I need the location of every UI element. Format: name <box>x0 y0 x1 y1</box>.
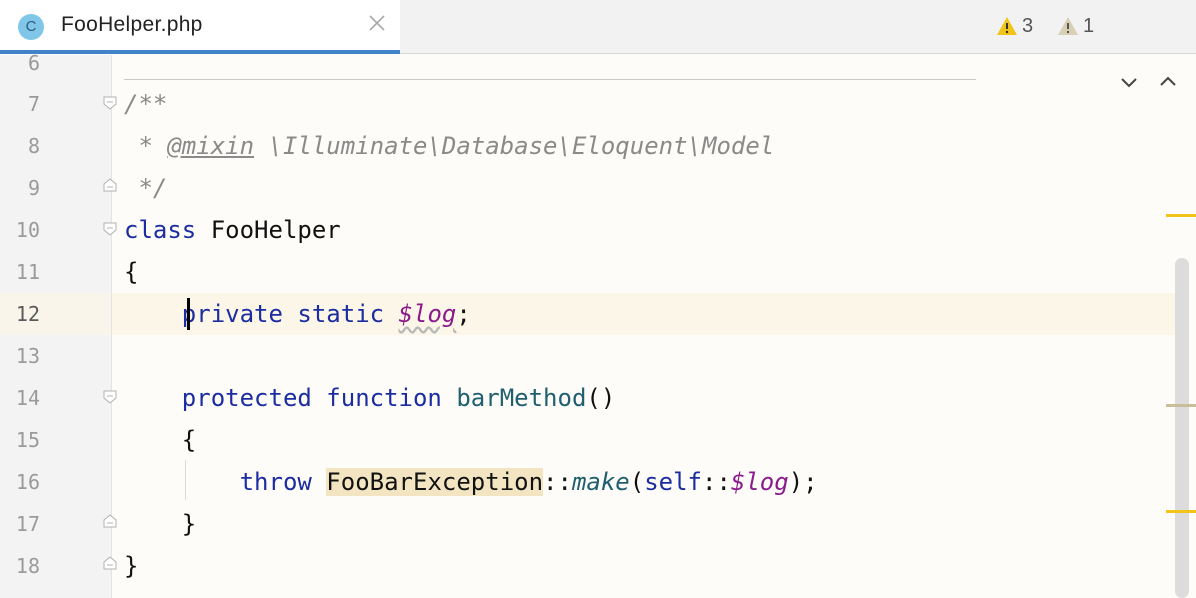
vertical-scrollbar[interactable] <box>1175 258 1189 598</box>
code-line-15: { <box>124 419 196 461</box>
line-number: 10 <box>15 218 40 242</box>
chevron-up-icon[interactable] <box>1156 70 1180 94</box>
line-number: 7 <box>27 92 40 116</box>
brace: { <box>124 426 197 454</box>
scope-operator: :: <box>543 468 572 496</box>
keyword: throw <box>239 468 312 496</box>
doc-tag: @mixin <box>167 132 255 160</box>
line-number: 15 <box>15 428 40 452</box>
doc-comment: /** <box>124 90 168 118</box>
weak-warning-icon <box>1058 17 1078 35</box>
chevron-down-icon[interactable] <box>1117 70 1141 94</box>
warning-stripe-mark[interactable] <box>1166 510 1196 513</box>
doc-comment: */ <box>124 174 168 202</box>
line-number: 11 <box>15 260 40 284</box>
paren: ); <box>788 468 818 496</box>
property-variable: $log <box>398 300 457 328</box>
separator-line <box>124 79 976 80</box>
line-number: 13 <box>15 344 40 368</box>
static-method: make <box>571 468 630 496</box>
parens: () <box>586 384 616 412</box>
line-number: 9 <box>27 176 40 200</box>
code-line-10: class FooHelper <box>124 209 341 251</box>
code-line-16: throw FooBarException::make(self::$log); <box>124 461 818 503</box>
tab-title: FooHelper.php <box>61 13 203 36</box>
code-line-8: * @mixin \Illuminate\Database\Eloquent\M… <box>124 125 774 167</box>
brace: { <box>124 258 139 286</box>
brace: } <box>124 552 139 580</box>
warnings-count: 3 <box>1022 14 1034 37</box>
keyword: private static <box>181 300 385 328</box>
weak-warnings-indicator[interactable]: 1 <box>1057 12 1094 40</box>
class-reference[interactable]: FooBarException <box>326 468 544 496</box>
keyword: class <box>124 216 197 244</box>
code-line-18: } <box>124 545 138 587</box>
code-line-7: /** <box>124 83 167 125</box>
php-class-icon: C <box>18 14 44 40</box>
weak-warnings-count: 1 <box>1083 14 1095 37</box>
line-number: 6 <box>27 51 40 75</box>
semicolon: ; <box>456 300 471 328</box>
code-line-9: */ <box>124 167 167 209</box>
property-variable: $log <box>730 468 789 496</box>
code-editor[interactable]: /** * @mixin \Illuminate\Database\Eloque… <box>112 55 1196 598</box>
doc-comment: * <box>124 132 168 160</box>
line-number: 17 <box>15 512 40 536</box>
line-number: 8 <box>27 134 40 158</box>
close-icon[interactable] <box>366 12 388 34</box>
line-number: 16 <box>15 470 40 494</box>
brace: } <box>124 510 197 538</box>
tab-foohelper[interactable]: C FooHelper.php <box>0 0 400 54</box>
warnings-indicator[interactable]: 3 <box>996 12 1033 40</box>
keyword: protected function <box>181 384 442 412</box>
warning-icon <box>997 17 1017 35</box>
doc-comment: \Illuminate\Database\Eloquent\Model <box>254 132 775 160</box>
method-name: barMethod <box>456 384 587 412</box>
code-line-14: protected function barMethod() <box>124 377 616 419</box>
paren: ( <box>629 468 645 496</box>
indent-guide <box>185 460 186 500</box>
text-caret <box>187 298 190 330</box>
line-number: 14 <box>15 386 40 410</box>
class-name: FooHelper <box>196 216 341 244</box>
code-line-11: { <box>124 251 138 293</box>
warning-stripe-mark[interactable] <box>1166 214 1196 217</box>
code-line-17: } <box>124 503 196 545</box>
scope-operator: :: <box>702 468 731 496</box>
weak-warning-stripe-mark[interactable] <box>1166 404 1196 407</box>
line-number-current: 12 <box>15 302 40 326</box>
line-number: 18 <box>15 554 40 578</box>
keyword: self <box>644 468 702 496</box>
code-line-12: private static $log; <box>124 293 471 335</box>
editor-gutter: 6 7 8 9 10 11 12 13 14 15 16 17 18 <box>0 51 112 598</box>
